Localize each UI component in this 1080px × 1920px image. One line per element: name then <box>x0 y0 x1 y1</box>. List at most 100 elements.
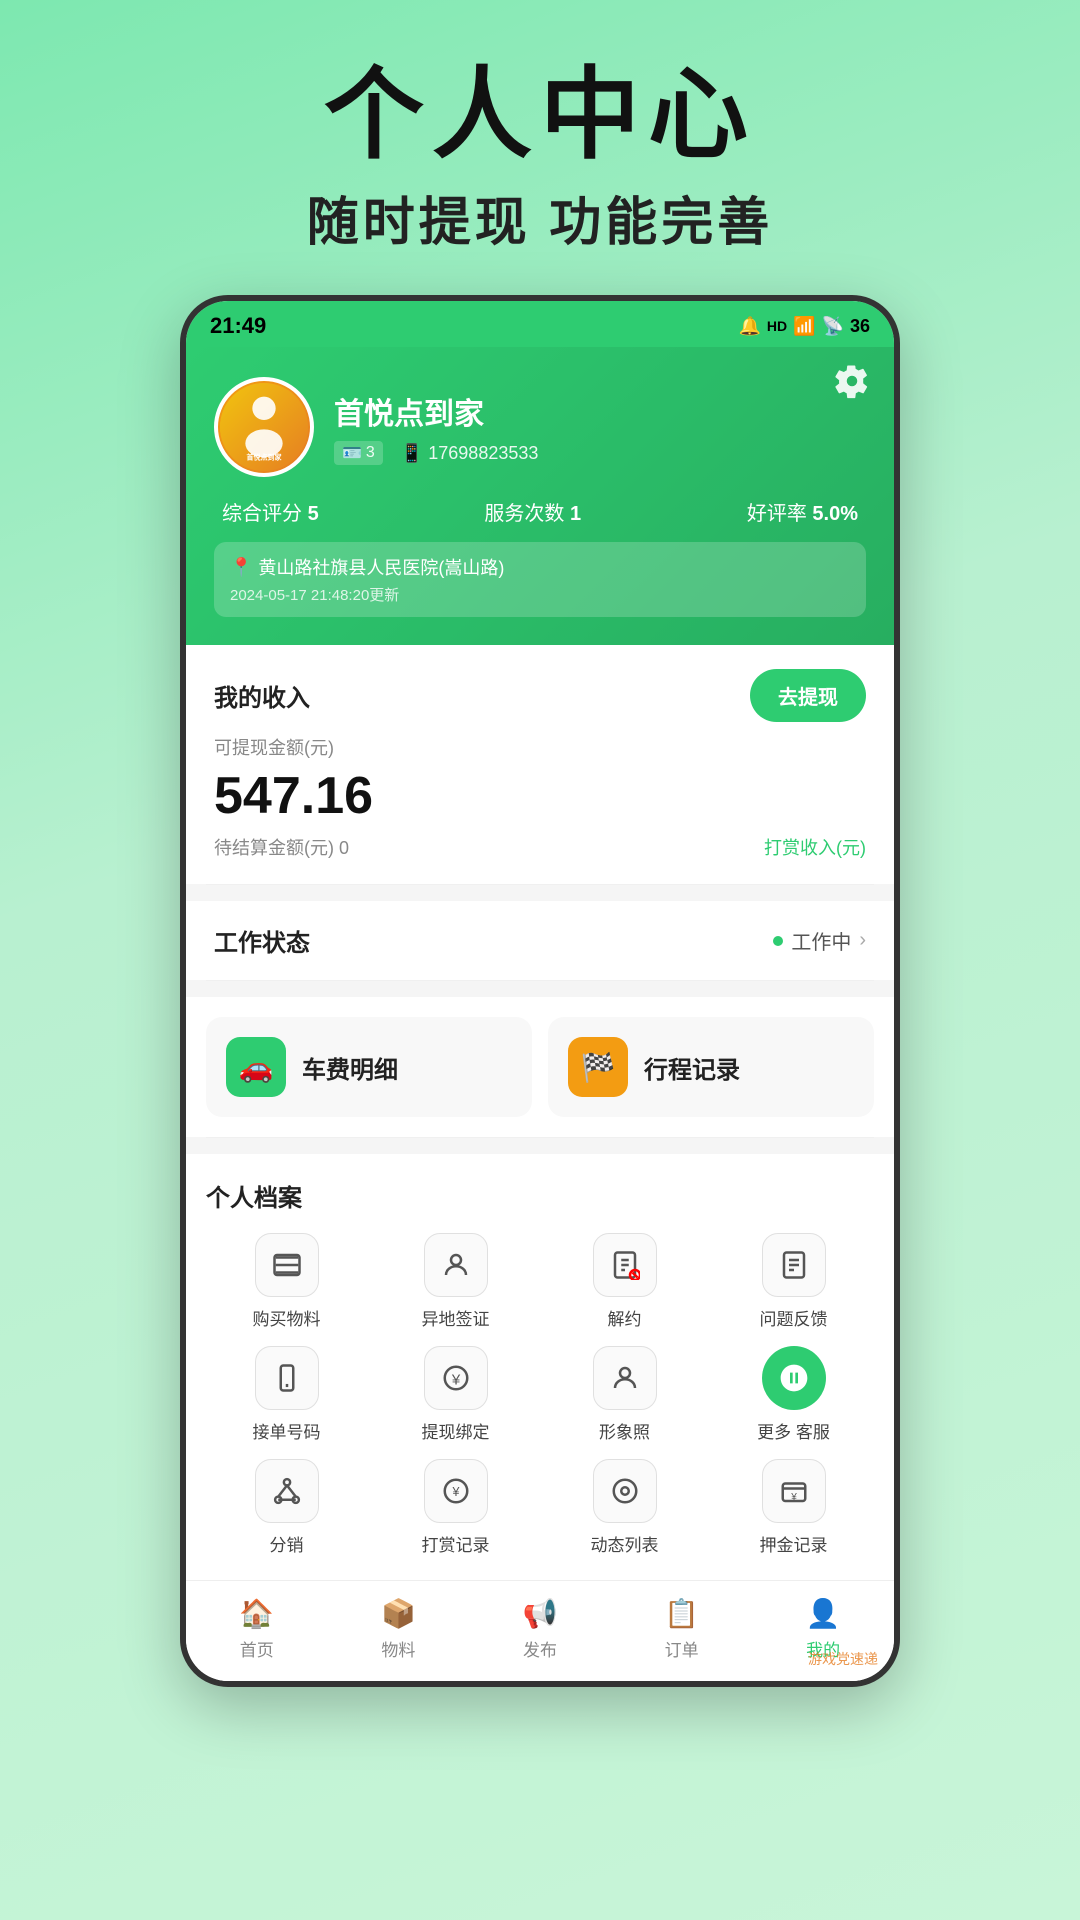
income-footer: 待结算金额(元) 0 打赏收入(元) <box>214 834 866 860</box>
location-update: 2024-05-17 21:48:20更新 <box>230 584 850 605</box>
dynamic-list-icon <box>593 1459 657 1523</box>
dynamic-list-label: 动态列表 <box>591 1531 659 1556</box>
phone-number: 📱 17698823533 <box>401 443 539 464</box>
customer-service-icon <box>762 1346 826 1410</box>
buy-materials-icon <box>255 1233 319 1297</box>
nav-orders[interactable]: 📋 订单 <box>642 1597 722 1661</box>
archive-item-more-cs[interactable]: 更多 客服 <box>713 1346 874 1443</box>
alarm-icon: 🔔 <box>738 316 760 337</box>
watermark: 游戏党速递 <box>808 1649 878 1669</box>
more-cs-label: 更多 客服 <box>757 1418 830 1443</box>
main-title: 个人中心 <box>40 60 1040 170</box>
nav-materials[interactable]: 📦 物料 <box>358 1597 438 1661</box>
svg-text:首悦点到家: 首悦点到家 <box>247 453 283 462</box>
trip-record-label: 行程记录 <box>644 1050 740 1085</box>
distribution-icon <box>255 1459 319 1523</box>
pending-text: 待结算金额(元) 0 <box>214 834 349 860</box>
profile-header: 首悦点到家 首悦点到家 🪪 3 📱 17698823533 <box>186 347 894 645</box>
stat-service: 服务次数 1 <box>484 497 581 526</box>
status-dot <box>773 936 783 946</box>
location-bar: 📍 黄山路社旗县人民医院(嵩山路) 2024-05-17 21:48:20更新 <box>214 542 866 617</box>
settings-button[interactable] <box>834 363 870 404</box>
archive-item-remote-sign[interactable]: 异地签证 <box>375 1233 536 1330</box>
work-status-card[interactable]: 工作状态 工作中 › <box>186 901 894 980</box>
archive-item-profile-photo[interactable]: 形象照 <box>544 1346 705 1443</box>
nav-publish[interactable]: 📢 发布 <box>500 1597 580 1661</box>
status-icons: 🔔 HD 📶 📡 36 <box>738 316 870 337</box>
stat-rating: 综合评分 5 <box>222 497 319 526</box>
archive-item-order-phone[interactable]: 接单号码 <box>206 1346 367 1443</box>
feedback-label: 问题反馈 <box>760 1305 828 1330</box>
status-time: 21:49 <box>210 313 266 339</box>
wifi-icon: 📡 <box>822 316 844 337</box>
archive-item-buy-materials[interactable]: 购买物料 <box>206 1233 367 1330</box>
income-label: 可提现金额(元) <box>214 734 866 760</box>
income-card: 我的收入 去提现 可提现金额(元) 547.16 待结算金额(元) 0 打赏收入… <box>186 645 894 884</box>
location-icon: 📍 <box>230 557 252 578</box>
income-title: 我的收入 <box>214 678 310 713</box>
nav-orders-label: 订单 <box>665 1636 699 1661</box>
bind-withdraw-label: 提现绑定 <box>422 1418 490 1443</box>
publish-icon: 📢 <box>523 1597 558 1630</box>
hero-area: 个人中心 随时提现 功能完善 <box>0 0 1080 275</box>
archive-item-distribution[interactable]: 分销 <box>206 1459 367 1556</box>
order-phone-icon <box>255 1346 319 1410</box>
avatar-figure: 首悦点到家 <box>229 392 299 462</box>
nav-home-label: 首页 <box>240 1636 274 1661</box>
location-text: 📍 黄山路社旗县人民医院(嵩山路) <box>230 554 850 580</box>
home-icon: 🏠 <box>239 1597 274 1630</box>
chevron-right-icon: › <box>859 929 866 952</box>
svg-text:¥: ¥ <box>451 1485 459 1499</box>
archive-item-feedback[interactable]: 问题反馈 <box>713 1233 874 1330</box>
terminate-icon <box>593 1233 657 1297</box>
quick-card-trip-record[interactable]: 🏁 行程记录 <box>548 1017 874 1117</box>
remote-sign-icon <box>424 1233 488 1297</box>
status-bar: 21:49 🔔 HD 📶 📡 36 <box>186 301 894 347</box>
quick-cards: 🚗 车费明细 🏁 行程记录 <box>186 997 894 1137</box>
order-phone-label: 接单号码 <box>253 1418 321 1443</box>
nav-home[interactable]: 🏠 首页 <box>217 1597 297 1661</box>
stats-row: 综合评分 5 服务次数 1 好评率 5.0% <box>214 497 866 526</box>
archive-item-deposit[interactable]: ¥ 押金记录 <box>713 1459 874 1556</box>
sub-title: 随时提现 功能完善 <box>40 180 1040 255</box>
car-icon: 🚗 <box>226 1037 286 1097</box>
archive-grid: 购买物料 异地签证 <box>206 1233 874 1556</box>
tip-records-icon: ¥ <box>424 1459 488 1523</box>
buy-materials-label: 购买物料 <box>253 1305 321 1330</box>
remote-sign-label: 异地签证 <box>422 1305 490 1330</box>
archive-title: 个人档案 <box>206 1178 874 1213</box>
profile-photo-icon <box>593 1346 657 1410</box>
bind-withdraw-icon: ¥ <box>424 1346 488 1410</box>
content-area: 我的收入 去提现 可提现金额(元) 547.16 待结算金额(元) 0 打赏收入… <box>186 645 894 1681</box>
gear-icon <box>834 363 870 399</box>
archive-item-terminate[interactable]: 解约 <box>544 1233 705 1330</box>
profile-row: 首悦点到家 首悦点到家 🪪 3 📱 17698823533 <box>214 377 866 477</box>
stat-good-rate: 好评率 5.0% <box>747 497 858 526</box>
svg-text:¥: ¥ <box>790 1492 797 1503</box>
id-badge: 🪪 3 <box>334 441 383 465</box>
income-amount: 547.16 <box>214 766 866 826</box>
archive-item-dynamic-list[interactable]: 动态列表 <box>544 1459 705 1556</box>
materials-icon: 📦 <box>381 1597 416 1630</box>
deposit-label: 押金记录 <box>760 1531 828 1556</box>
nav-publish-label: 发布 <box>523 1636 557 1661</box>
mine-icon: 👤 <box>806 1597 841 1630</box>
profile-photo-label: 形象照 <box>599 1418 650 1443</box>
quick-card-car-expense[interactable]: 🚗 车费明细 <box>206 1017 532 1117</box>
signal-icon: 📶 <box>793 316 815 337</box>
phone-mockup: 21:49 🔔 HD 📶 📡 36 <box>180 295 900 1687</box>
hd-icon: HD <box>767 318 787 334</box>
profile-info: 首悦点到家 🪪 3 📱 17698823533 <box>334 389 866 465</box>
tip-income[interactable]: 打赏收入(元) <box>764 834 866 860</box>
feedback-icon <box>762 1233 826 1297</box>
withdraw-button[interactable]: 去提现 <box>750 669 866 722</box>
id-icon: 🪪 <box>342 443 362 463</box>
svg-text:¥: ¥ <box>450 1371 460 1388</box>
bottom-nav: 🏠 首页 📦 物料 📢 发布 📋 订单 👤 我的 <box>186 1580 894 1681</box>
archive-item-tip-records[interactable]: ¥ 打赏记录 <box>375 1459 536 1556</box>
distribution-label: 分销 <box>270 1531 304 1556</box>
orders-icon: 📋 <box>664 1597 699 1630</box>
avatar: 首悦点到家 <box>214 377 314 477</box>
flag-icon: 🏁 <box>568 1037 628 1097</box>
archive-item-bind-withdraw[interactable]: ¥ 提现绑定 <box>375 1346 536 1443</box>
